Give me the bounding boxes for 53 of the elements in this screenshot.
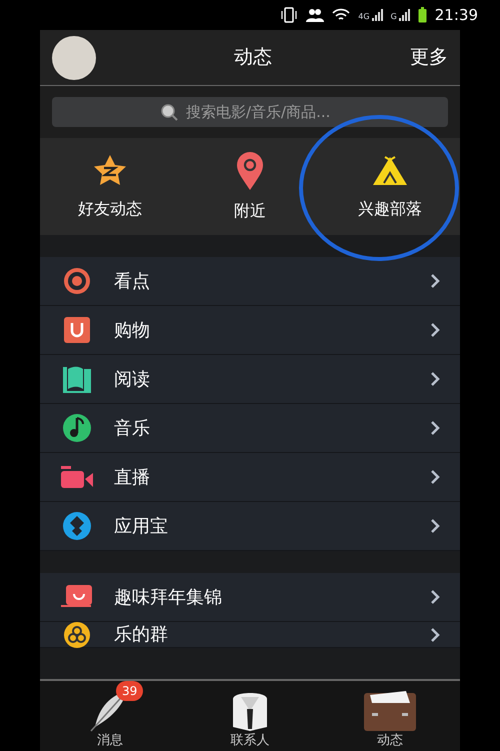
chevron-right-icon bbox=[430, 469, 440, 485]
network-label: G bbox=[390, 13, 397, 21]
menu-row[interactable]: 直播 bbox=[40, 453, 460, 502]
menu-row[interactable]: 趣味拜年集锦 bbox=[40, 573, 460, 622]
eye-icon bbox=[62, 266, 92, 296]
music-note-icon bbox=[62, 413, 92, 443]
menu-label: 直播 bbox=[114, 466, 151, 490]
unread-badge: 39 bbox=[116, 681, 144, 701]
menu-label: 趣味拜年集锦 bbox=[114, 586, 223, 610]
battery-icon bbox=[418, 7, 427, 23]
menu-row[interactable]: 应用宝 bbox=[40, 502, 460, 551]
chevron-right-icon bbox=[430, 626, 440, 642]
vibrate-icon bbox=[280, 7, 298, 23]
smiley-card-icon bbox=[60, 584, 94, 610]
wifi-icon bbox=[332, 8, 350, 22]
menu-row[interactable]: 阅读 bbox=[40, 355, 460, 404]
quick-link[interactable]: 好友动态 bbox=[40, 138, 180, 235]
chevron-right-icon bbox=[430, 371, 440, 387]
clock: 21:39 bbox=[434, 4, 478, 26]
avatar[interactable] bbox=[52, 36, 96, 80]
search-field[interactable]: 搜索电影/音乐/商品... bbox=[52, 97, 448, 127]
search-icon bbox=[160, 103, 178, 121]
tab-button[interactable]: 消息 39 bbox=[40, 681, 180, 751]
quick-link[interactable]: 附近 bbox=[180, 138, 320, 235]
menu-label: 阅读 bbox=[114, 368, 151, 392]
video-camera-icon bbox=[60, 464, 94, 490]
signal-icon bbox=[370, 9, 383, 21]
menu-label: 乐的群 bbox=[114, 623, 169, 647]
menu-label: 应用宝 bbox=[114, 514, 169, 538]
menu-row[interactable]: 乐的群 bbox=[40, 622, 460, 648]
book-icon bbox=[62, 365, 92, 393]
menu-row[interactable]: 看点 bbox=[40, 257, 460, 306]
group-icon bbox=[63, 620, 91, 648]
page-title: 动态 bbox=[233, 45, 273, 70]
more-button[interactable]: 更多 bbox=[410, 43, 448, 72]
tab-button[interactable]: 联系人 bbox=[180, 681, 320, 751]
bag-icon bbox=[63, 316, 91, 344]
chevron-right-icon bbox=[430, 518, 440, 534]
tab-button[interactable]: 动态 bbox=[320, 681, 460, 751]
menu-label: 看点 bbox=[114, 270, 151, 294]
contacts-icon bbox=[306, 8, 324, 22]
menu-label: 购物 bbox=[114, 318, 151, 342]
chevron-right-icon bbox=[430, 322, 440, 338]
signal-icon bbox=[398, 9, 410, 21]
network-label: 4G bbox=[358, 13, 370, 21]
menu-row[interactable]: 音乐 bbox=[40, 404, 460, 453]
map-pin-icon bbox=[235, 150, 265, 190]
chevron-right-icon bbox=[430, 420, 440, 436]
chevron-right-icon bbox=[430, 273, 440, 289]
menu-row[interactable]: 购物 bbox=[40, 306, 460, 355]
quick-link[interactable]: 兴趣部落 bbox=[320, 138, 460, 235]
menu-label: 音乐 bbox=[114, 416, 151, 440]
chevron-right-icon bbox=[430, 589, 440, 605]
